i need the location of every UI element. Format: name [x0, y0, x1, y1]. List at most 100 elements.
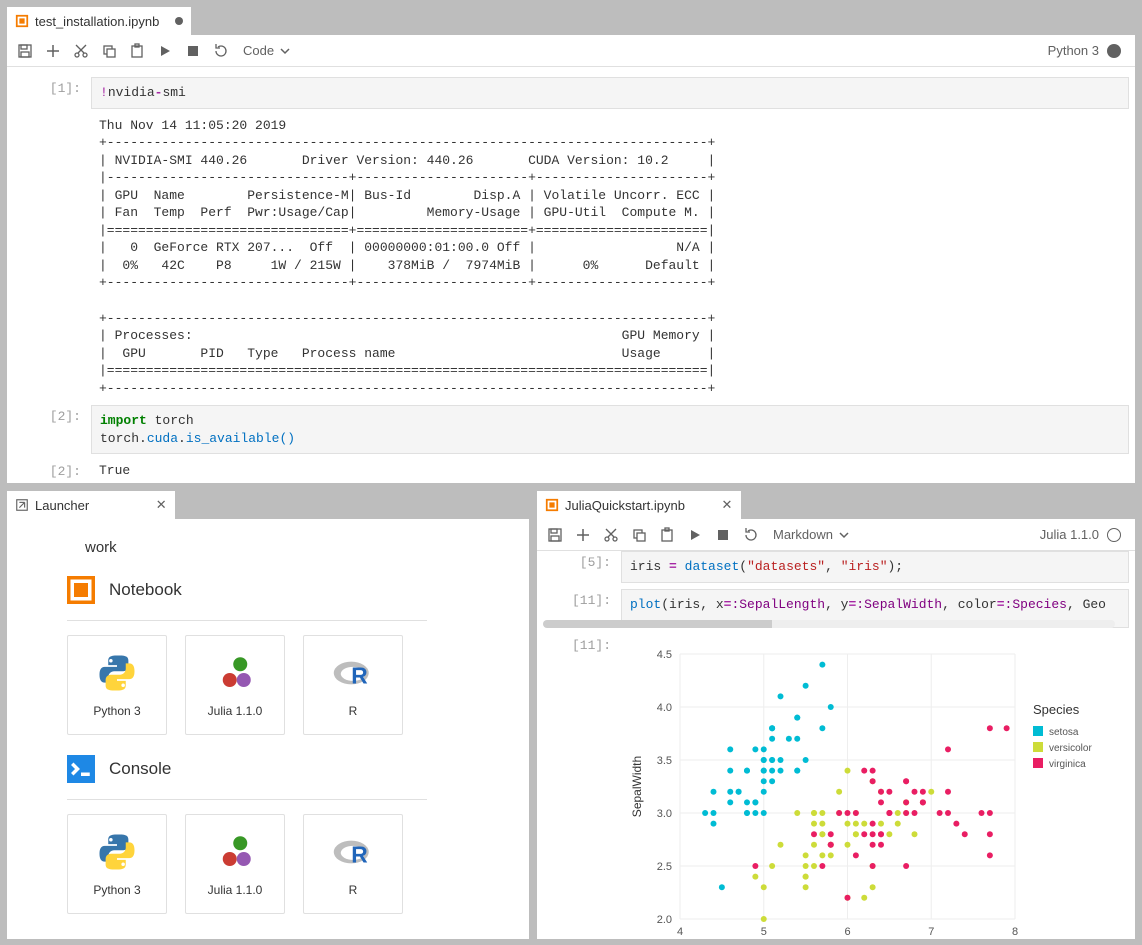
prompt: [2]: [13, 405, 91, 454]
card-python3-notebook[interactable]: Python 3 [67, 635, 167, 735]
svg-text:4.0: 4.0 [657, 702, 672, 714]
insert-cell-button[interactable] [41, 39, 65, 63]
svg-text:setosa: setosa [1049, 727, 1079, 738]
section-notebook: Notebook [67, 576, 509, 610]
cards-console: Python 3 Julia 1.1.0 R R [67, 814, 509, 914]
notebook-pane-julia: JuliaQuickstart.ipynb ✕ Markdown Julia 1… [536, 490, 1136, 940]
svg-text:SepalWidth: SepalWidth [630, 756, 644, 817]
svg-text:2.0: 2.0 [657, 914, 672, 926]
stop-button[interactable] [711, 523, 735, 547]
chevron-down-icon [280, 46, 290, 56]
svg-text:4: 4 [677, 926, 683, 938]
cell-type-selector[interactable]: Code [237, 43, 296, 58]
code-input[interactable]: plot(iris, x=:SepalLength, y=:SepalWidth… [621, 589, 1129, 629]
prompt: [5]: [543, 551, 621, 583]
restart-button[interactable] [209, 39, 233, 63]
notebook-icon [67, 576, 95, 604]
r-icon: R [332, 831, 374, 873]
run-button[interactable] [153, 39, 177, 63]
svg-text:2.5: 2.5 [657, 861, 672, 873]
tab-julia-quickstart[interactable]: JuliaQuickstart.ipynb ✕ [537, 491, 742, 519]
julia-icon [214, 652, 256, 694]
section-console: Console [67, 755, 509, 789]
save-button[interactable] [13, 39, 37, 63]
prompt: [11]: [543, 634, 621, 939]
code-cell[interactable]: [5]: iris = dataset("datasets", "iris"); [543, 551, 1129, 583]
tab-title: test_installation.ipynb [35, 14, 159, 29]
paste-button[interactable] [125, 39, 149, 63]
code-cell[interactable]: [1]: !nvidia-smi [13, 77, 1129, 109]
svg-text:Species: Species [1033, 702, 1080, 717]
save-button[interactable] [543, 523, 567, 547]
output-text: Thu Nov 14 11:05:20 2019 +--------------… [91, 115, 1129, 400]
prompt [13, 115, 91, 400]
code-cell[interactable]: [2]: import torch torch.cuda.is_availabl… [13, 405, 1129, 454]
notebook-icon [545, 498, 559, 512]
insert-cell-button[interactable] [571, 523, 595, 547]
tab-bar: JuliaQuickstart.ipynb ✕ [537, 491, 1135, 519]
kernel-status-icon [1107, 44, 1121, 58]
r-icon: R [332, 652, 374, 694]
cut-button[interactable] [69, 39, 93, 63]
console-icon [67, 755, 95, 783]
svg-text:5: 5 [761, 926, 767, 938]
svg-text:virginica: virginica [1049, 759, 1086, 770]
card-julia-notebook[interactable]: Julia 1.1.0 [185, 635, 285, 735]
cut-button[interactable] [599, 523, 623, 547]
svg-text:3.0: 3.0 [657, 808, 672, 820]
tab-title: Launcher [35, 498, 89, 513]
card-r-console[interactable]: R R [303, 814, 403, 914]
horizontal-scrollbar[interactable] [621, 620, 1115, 628]
notebook-body[interactable]: [5]: iris = dataset("datasets", "iris");… [537, 551, 1135, 939]
dirty-indicator-icon [175, 17, 183, 25]
launcher-body: work Notebook Python 3 Julia 1.1.0 R R C… [7, 519, 529, 939]
run-button[interactable] [683, 523, 707, 547]
code-input[interactable]: !nvidia-smi [91, 77, 1129, 109]
launcher-icon [15, 498, 29, 512]
chevron-down-icon [839, 530, 849, 540]
code-input[interactable]: import torch torch.cuda.is_available() [91, 405, 1129, 454]
cards-notebook: Python 3 Julia 1.1.0 R R [67, 635, 509, 735]
notebook-icon [15, 14, 29, 28]
python-icon [96, 652, 138, 694]
card-python3-console[interactable]: Python 3 [67, 814, 167, 914]
tab-launcher[interactable]: Launcher ✕ [7, 491, 176, 519]
kernel-status-icon [1107, 528, 1121, 542]
kernel-indicator[interactable]: Julia 1.1.0 [1040, 527, 1129, 542]
stop-button[interactable] [181, 39, 205, 63]
scatter-plot: 456782.02.53.03.54.04.5SepalLengthSepalW… [621, 634, 1129, 939]
copy-button[interactable] [627, 523, 651, 547]
card-r-notebook[interactable]: R R [303, 635, 403, 735]
svg-text:6: 6 [844, 926, 850, 938]
tab-bar: test_installation.ipynb [7, 7, 1135, 35]
tab-title: JuliaQuickstart.ipynb [565, 498, 685, 513]
card-julia-console[interactable]: Julia 1.1.0 [185, 814, 285, 914]
toolbar: Code Python 3 [7, 35, 1135, 67]
cell-type-selector[interactable]: Markdown [767, 527, 855, 542]
svg-text:3.5: 3.5 [657, 755, 672, 767]
tab-bar: Launcher ✕ [7, 491, 529, 519]
prompt: [2]: [13, 460, 91, 482]
output-text: True [91, 460, 1129, 482]
copy-button[interactable] [97, 39, 121, 63]
svg-text:7: 7 [928, 926, 934, 938]
output-cell: [11]: 456782.02.53.03.54.04.5SepalLength… [543, 634, 1129, 939]
restart-button[interactable] [739, 523, 763, 547]
code-input[interactable]: iris = dataset("datasets", "iris"); [621, 551, 1129, 583]
breadcrumb[interactable]: work [85, 539, 509, 556]
paste-button[interactable] [655, 523, 679, 547]
close-icon[interactable]: ✕ [721, 499, 733, 511]
svg-text:versicolor: versicolor [1049, 743, 1092, 754]
close-icon[interactable]: ✕ [155, 499, 167, 511]
launcher-pane: Launcher ✕ work Notebook Python 3 Julia … [6, 490, 530, 940]
notebook-body[interactable]: [1]: !nvidia-smi Thu Nov 14 11:05:20 201… [7, 67, 1135, 483]
julia-icon [214, 831, 256, 873]
svg-text:R: R [351, 663, 367, 689]
output-cell: Thu Nov 14 11:05:20 2019 +--------------… [13, 115, 1129, 400]
notebook-pane-top: test_installation.ipynb Code Python 3 [1… [6, 6, 1136, 484]
code-cell[interactable]: [11]: plot(iris, x=:SepalLength, y=:Sepa… [543, 589, 1129, 629]
svg-text:R: R [351, 842, 367, 868]
toolbar: Markdown Julia 1.1.0 [537, 519, 1135, 551]
tab-test-installation[interactable]: test_installation.ipynb [7, 7, 192, 35]
kernel-indicator[interactable]: Python 3 [1048, 43, 1129, 58]
